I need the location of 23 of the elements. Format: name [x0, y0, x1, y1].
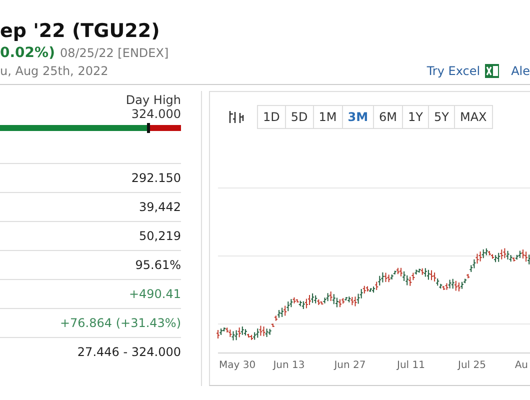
- stat-value: 50,219: [139, 229, 181, 243]
- stat-value: +490.41: [128, 287, 181, 301]
- trade-date: u, Aug 25th, 2022: [0, 64, 108, 78]
- stat-value: 95.61%: [135, 258, 181, 272]
- link[interactable]: Ale: [511, 64, 530, 78]
- quote-time: 08/25/22 [ENDEX]: [60, 46, 169, 60]
- day-high-label: Day High: [126, 93, 181, 107]
- stat-value: 292.150: [131, 171, 181, 185]
- instrument-title: ep '22 (TGU22): [0, 20, 161, 42]
- stat-value: 39,442: [139, 200, 181, 214]
- axis-label: Jul 11: [397, 360, 425, 371]
- axis-label: May 30: [219, 360, 256, 371]
- axis-label: Au: [514, 360, 528, 371]
- axis-label: Jun 27: [334, 360, 366, 371]
- axis-label: Jun 13: [273, 360, 305, 371]
- percent-change: 0.02%): [0, 45, 55, 61]
- stat-value: 27.446 - 324.000: [77, 345, 181, 359]
- day-price-marker: [147, 123, 150, 133]
- spreadsheet-icon: [485, 64, 500, 78]
- day-high-value: 324.000: [131, 107, 181, 121]
- stat-value: +76.864 (+31.43%): [60, 316, 181, 330]
- axis-label: Jul 25: [458, 360, 486, 371]
- excel-link[interactable]: Try Excel: [426, 64, 500, 78]
